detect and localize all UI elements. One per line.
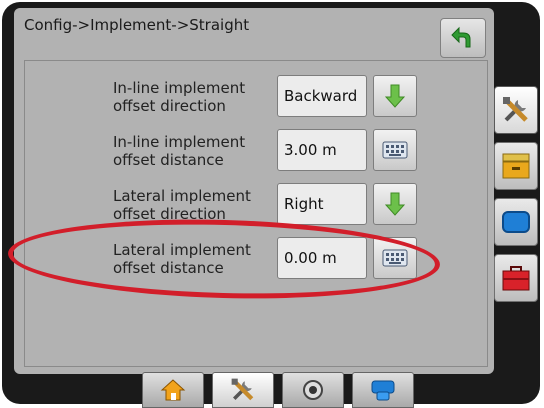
row-label-inline-direction: In-line implement offset direction [113, 79, 273, 115]
inline-direction-field[interactable]: Backward [277, 75, 367, 117]
label-line: offset distance [113, 151, 224, 169]
back-button[interactable] [440, 18, 486, 58]
lateral-direction-field[interactable]: Right [277, 183, 367, 225]
tools-icon [231, 378, 254, 401]
label-line: Lateral implement [113, 187, 251, 205]
side-button-toolbox[interactable] [494, 254, 538, 302]
back-arrow-icon [451, 26, 471, 48]
row-label-lateral-direction: Lateral implement offset direction [113, 187, 273, 223]
gps-icon [303, 380, 323, 400]
label-line: In-line implement [113, 79, 246, 97]
device-bezel: Config->Implement->Straight In-line impl… [2, 2, 540, 408]
screen: Config->Implement->Straight In-line impl… [14, 8, 494, 374]
label-line: offset direction [113, 97, 226, 115]
toolbox-icon [502, 266, 530, 291]
arrow-down-icon [385, 192, 405, 216]
inline-direction-dropdown-button[interactable] [373, 75, 417, 117]
inline-distance-field[interactable]: 3.00 m [277, 129, 367, 171]
guidance-icon [371, 380, 395, 401]
tab-config[interactable] [212, 372, 274, 408]
lateral-direction-dropdown-button[interactable] [373, 183, 417, 225]
tab-home[interactable] [142, 372, 204, 408]
page-title: Config->Implement->Straight [24, 16, 250, 34]
home-icon [160, 379, 186, 401]
side-button-tools[interactable] [494, 86, 538, 134]
keyboard-icon [382, 141, 408, 159]
arrow-down-icon [385, 84, 405, 108]
display-icon [502, 211, 530, 233]
bottom-tab-bar [142, 372, 422, 408]
side-button-display[interactable] [494, 198, 538, 246]
tools-icon [503, 97, 528, 122]
inline-distance-keyboard-button[interactable] [373, 129, 417, 171]
side-button-storage[interactable] [494, 142, 538, 190]
row-label-inline-distance: In-line implement offset distance [113, 133, 273, 169]
tab-guidance[interactable] [352, 372, 414, 408]
label-line: In-line implement [113, 133, 246, 151]
settings-panel: In-line implement offset direction Backw… [24, 60, 488, 367]
tab-gps[interactable] [282, 372, 344, 408]
storage-icon [502, 153, 530, 179]
